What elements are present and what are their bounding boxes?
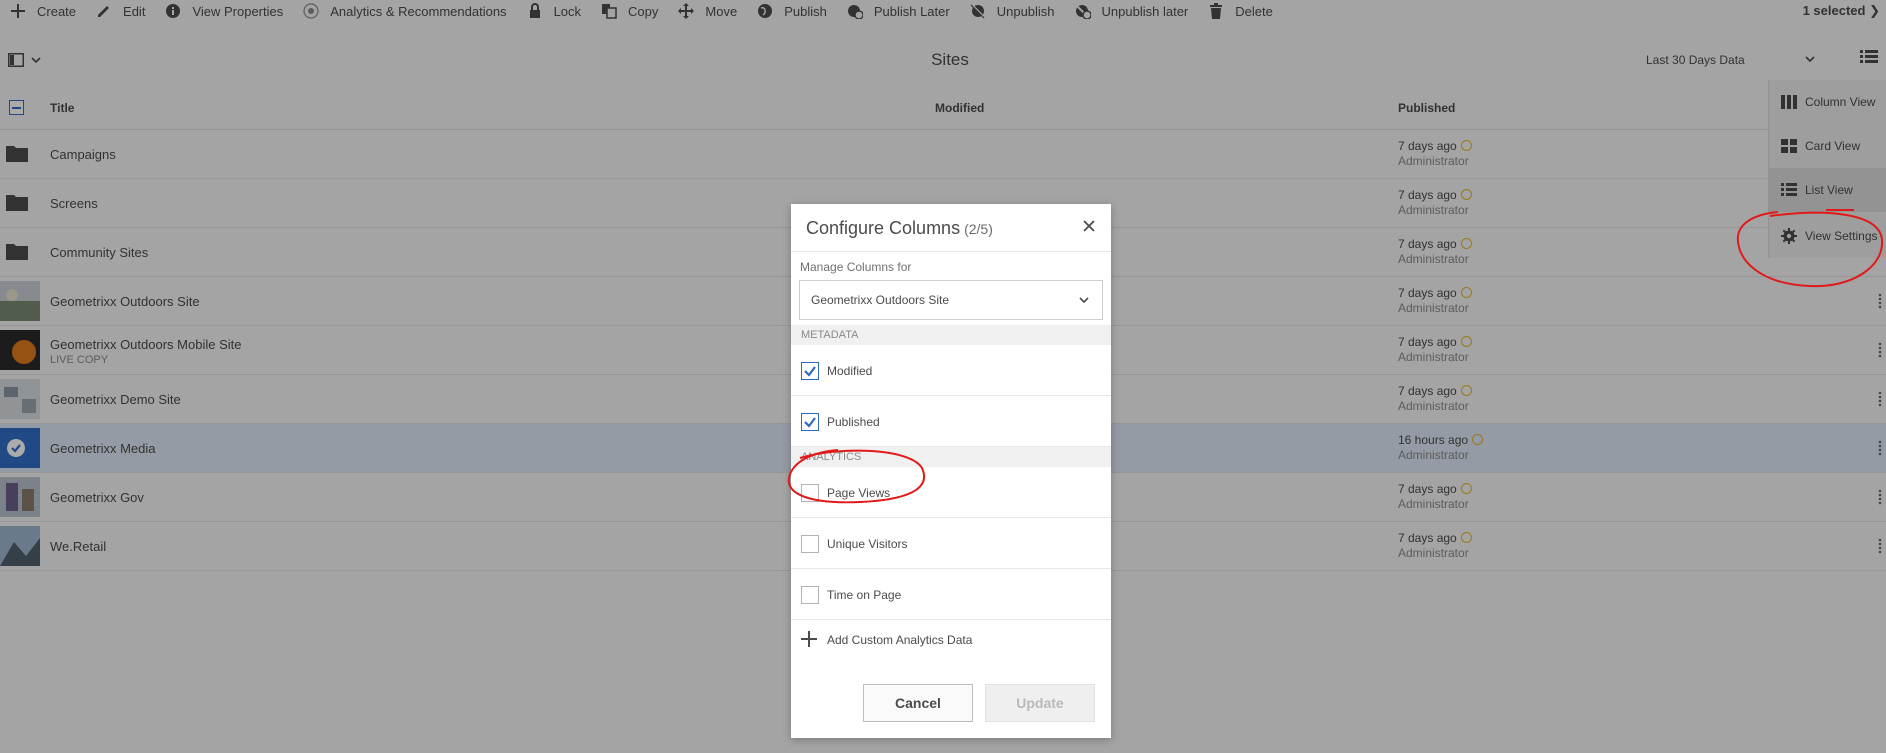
cancel-button[interactable]: Cancel bbox=[863, 684, 973, 722]
dialog-header: Configure Columns (2/5) bbox=[791, 204, 1111, 252]
time-on-page-checkbox[interactable] bbox=[801, 586, 819, 604]
published-checkbox[interactable] bbox=[801, 413, 819, 431]
site-select-value: Geometrixx Outdoors Site bbox=[811, 293, 950, 307]
modified-checkbox[interactable] bbox=[801, 362, 819, 380]
chevron-down-icon bbox=[1079, 297, 1089, 304]
close-icon[interactable] bbox=[1081, 218, 1097, 234]
configure-columns-dialog: Configure Columns (2/5) Manage Columns fo… bbox=[791, 204, 1111, 738]
page-views-checkbox[interactable] bbox=[801, 484, 819, 502]
unique-visitors-checkbox[interactable] bbox=[801, 535, 819, 553]
option-page-views[interactable]: Page Views bbox=[791, 467, 1111, 518]
dialog-title-text: Configure Columns bbox=[806, 218, 961, 238]
time-on-page-label: Time on Page bbox=[827, 588, 902, 602]
analytics-section-header: ANALYTICS bbox=[791, 447, 1111, 467]
plus-icon bbox=[801, 631, 817, 647]
modified-label: Modified bbox=[827, 364, 873, 378]
add-custom-analytics-label: Add Custom Analytics Data bbox=[827, 633, 973, 647]
checkmark-icon bbox=[804, 366, 816, 377]
option-published[interactable]: Published bbox=[791, 396, 1111, 447]
column-count: (2/5) bbox=[964, 221, 993, 237]
published-label: Published bbox=[827, 415, 880, 429]
dialog-title: Configure Columns (2/5) bbox=[806, 218, 993, 239]
unique-visitors-label: Unique Visitors bbox=[827, 537, 908, 551]
checkmark-icon bbox=[804, 417, 816, 428]
manage-columns-label: Manage Columns for bbox=[800, 260, 912, 274]
site-select[interactable]: Geometrixx Outdoors Site bbox=[799, 280, 1103, 320]
option-modified[interactable]: Modified bbox=[791, 345, 1111, 396]
option-time-on-page[interactable]: Time on Page bbox=[791, 569, 1111, 620]
update-button[interactable]: Update bbox=[985, 684, 1095, 722]
add-custom-analytics-button[interactable]: Add Custom Analytics Data bbox=[791, 616, 1111, 660]
metadata-section-header: METADATA bbox=[791, 325, 1111, 345]
option-unique-visitors[interactable]: Unique Visitors bbox=[791, 518, 1111, 569]
page-views-label: Page Views bbox=[827, 486, 891, 500]
